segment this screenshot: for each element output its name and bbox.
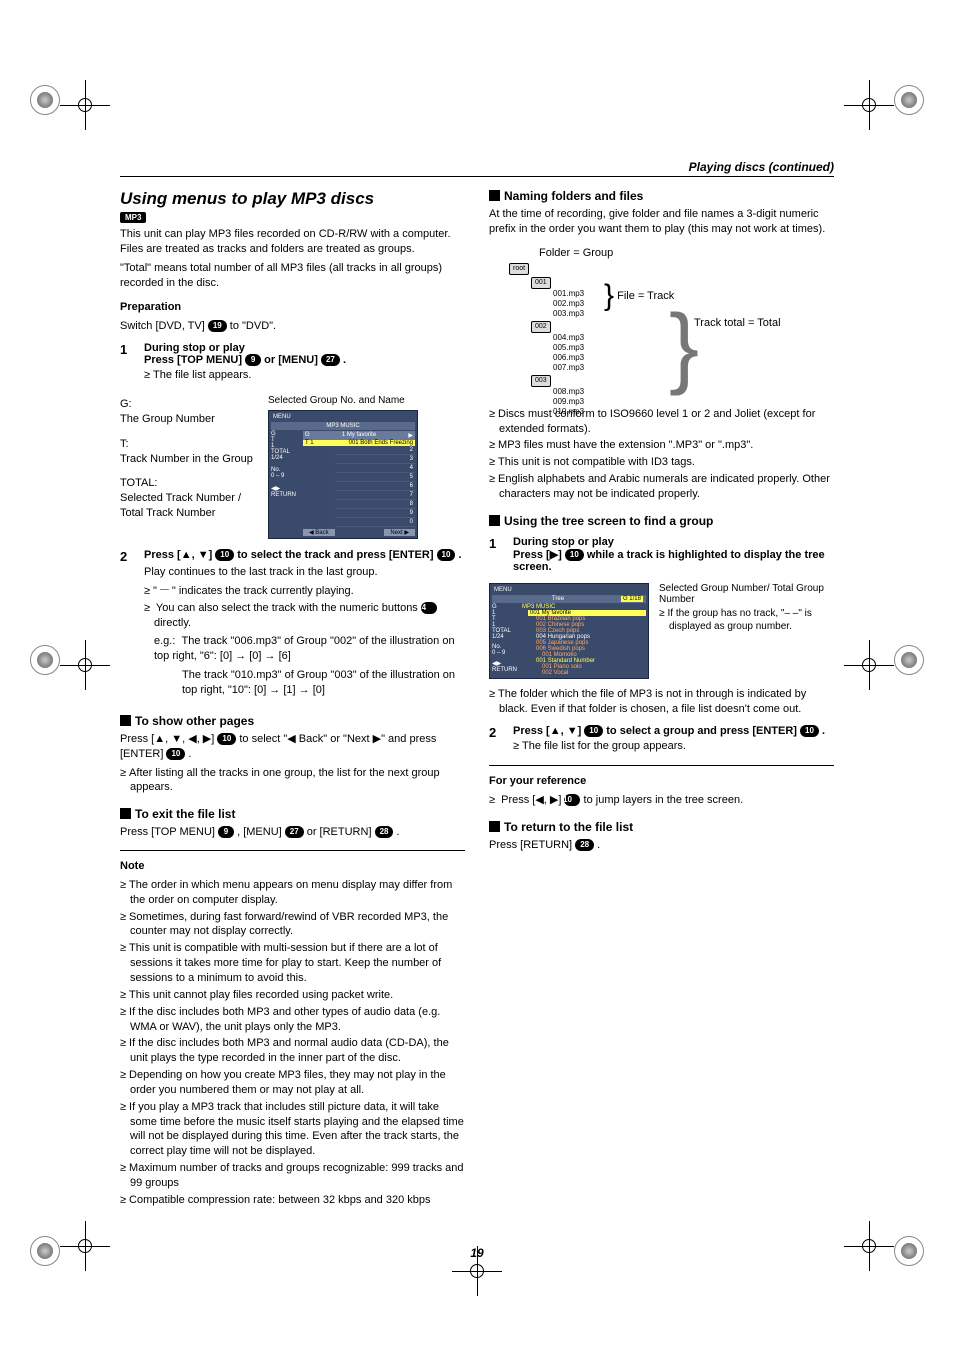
page-content: Playing discs (continued) Using menus to…: [120, 160, 834, 1210]
show-other-line: Press [▲, ▼, ◀, ▶] 10 to select "◀ Back"…: [120, 732, 465, 762]
ref-pill-10b: 10: [437, 549, 456, 561]
exit-heading: To exit the file list: [120, 807, 465, 821]
crop-mark-br: [844, 1221, 894, 1271]
target-tr: [894, 85, 924, 115]
target-br: [894, 1236, 924, 1266]
note-heading: Note: [120, 859, 465, 874]
section-header: Playing discs (continued): [120, 160, 834, 177]
target-ml: [30, 645, 60, 675]
right-column: Naming folders and files At the time of …: [489, 189, 834, 1210]
tree-step-2: 2 Press [▲, ▼] 10 to select a group and …: [489, 725, 834, 756]
ref-pill-27: 27: [321, 354, 340, 366]
crop-mark-mr: [844, 640, 894, 690]
tree-screenshot: MENU TreeG 1/18 G1 T1 TOTAL1/24 No.0 – 9…: [489, 583, 649, 679]
legend-block: G:The Group Number T:Track Number in the…: [120, 395, 465, 539]
return-heading: To return to the file list: [489, 820, 834, 834]
menushot-caption: Selected Group No. and Name: [268, 395, 465, 406]
crop-mark-tr: [844, 80, 894, 130]
folder-icon: 001: [531, 277, 551, 289]
folder-icon: root: [509, 263, 529, 275]
intro-p1: This unit can play MP3 files recorded on…: [120, 227, 465, 257]
left-column: Using menus to play MP3 discs MP3 This u…: [120, 189, 465, 1210]
crop-mark-bl: [60, 1221, 110, 1271]
preparation-heading: Preparation: [120, 300, 465, 315]
reference-heading: For your reference: [489, 774, 834, 789]
folder-icon: 003: [531, 375, 551, 387]
file-list-screenshot: MENU MP3 MUSIC G T1 TOTAL 1/24 No. 0 – 9…: [268, 410, 418, 539]
ref-pill-19: 19: [208, 320, 227, 332]
target-bl: [30, 1236, 60, 1266]
show-other-heading: To show other pages: [120, 714, 465, 728]
format-badge: MP3: [120, 212, 146, 223]
naming-notes: Discs must conform to ISO9660 level 1 or…: [489, 407, 834, 502]
intro-p2: "Total" means total number of all MP3 fi…: [120, 261, 465, 291]
tree-heading: Using the tree screen to find a group: [489, 514, 834, 528]
crop-mark-tl: [60, 80, 110, 130]
preparation-line: Switch [DVD, TV] 19 to "DVD".: [120, 319, 465, 334]
ref-pill-9: 9: [245, 354, 261, 366]
crop-mark-ml: [60, 640, 110, 690]
naming-heading: Naming folders and files: [489, 189, 834, 203]
page-number: 19: [120, 1246, 834, 1260]
ref-pill-10: 10: [215, 549, 234, 561]
notes-list: The order in which menu appears on menu …: [120, 878, 465, 1208]
target-mr: [894, 645, 924, 675]
step-1: 1 During stop or play Press [TOP MENU] 9…: [120, 342, 465, 385]
tree-step-1: 1 During stop or play Press [▶] 10 while…: [489, 536, 834, 573]
ref-pill-4: 4: [421, 602, 437, 614]
target-tl: [30, 85, 60, 115]
folder-diagram: Folder = Group root 001 001.mp3 002.mp3 …: [509, 247, 834, 397]
exit-line: Press [TOP MENU] 9 , [MENU] 27 or [RETUR…: [120, 825, 465, 840]
step-2: 2 Press [▲, ▼] 10 to select the track an…: [120, 549, 465, 702]
section-title: Using menus to play MP3 discs: [120, 189, 465, 209]
folder-icon: 002: [531, 321, 551, 333]
